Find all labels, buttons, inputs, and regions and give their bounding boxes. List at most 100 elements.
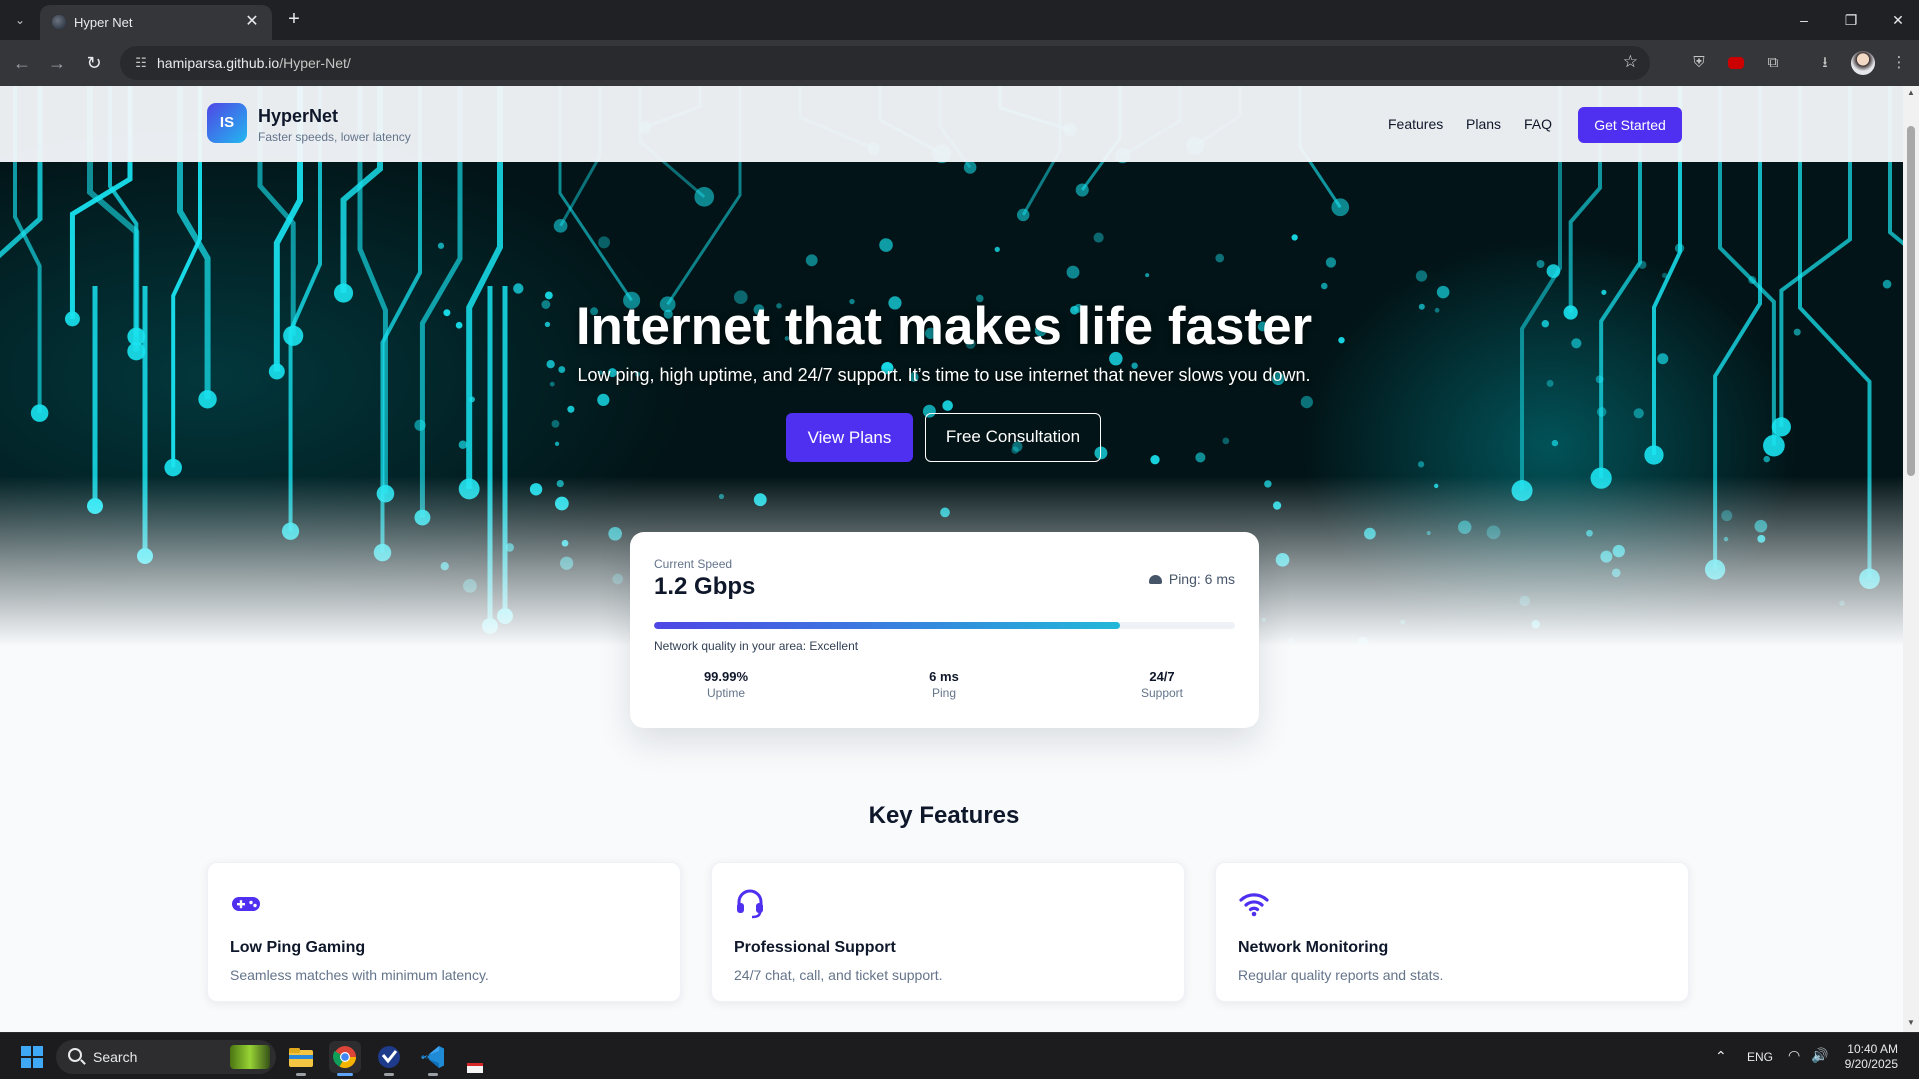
circuit-node <box>1763 455 1770 463</box>
search-placeholder: Search <box>93 1049 138 1065</box>
scrollbar-thumb[interactable] <box>1907 126 1915 476</box>
site-header: IS HyperNet Faster speeds, lower latency… <box>0 86 1903 162</box>
minimize-icon[interactable]: – <box>1790 6 1818 34</box>
circuit-node <box>437 242 445 249</box>
stat-label: Uptime <box>706 686 745 700</box>
circuit-node <box>1546 264 1561 278</box>
language-indicator[interactable]: ENG <box>1747 1050 1773 1064</box>
circuit-node <box>598 236 611 249</box>
scroll-up-icon[interactable]: ▲ <box>1906 88 1916 97</box>
circuit-node <box>469 396 475 403</box>
nav-link-plans[interactable]: Plans <box>1466 116 1501 132</box>
file-explorer-icon[interactable] <box>285 1041 317 1076</box>
back-icon[interactable]: ← <box>10 51 34 75</box>
feature-card-monitoring: Network Monitoring Regular quality repor… <box>1215 862 1689 1002</box>
speed-card: Current Speed 1.2 Gbps Ping: 6 ms Networ… <box>630 532 1259 728</box>
downloads-icon[interactable]: ⭳ <box>1814 52 1836 74</box>
url-text[interactable]: hamiparsa.github.io/Hyper-Net/ <box>157 55 351 71</box>
wifi-icon <box>1239 893 1269 917</box>
close-tab-icon[interactable]: ✕ <box>242 12 262 32</box>
stat-support: 24/7 Support <box>1102 669 1222 700</box>
ping-text: Ping: 6 ms <box>1168 571 1235 587</box>
running-indicator <box>384 1073 394 1076</box>
circuit-node <box>198 390 217 409</box>
scroll-down-icon[interactable]: ▼ <box>1906 1018 1916 1027</box>
feature-card-support: Professional Support 24/7 chat, call, an… <box>711 862 1185 1002</box>
forward-icon[interactable]: → <box>45 51 69 75</box>
circuit-node <box>1638 260 1647 269</box>
stat-value: 99.99% <box>703 669 749 684</box>
wifi-tray-icon[interactable]: ◠ <box>1788 1047 1800 1064</box>
nav-link-features[interactable]: Features <box>1388 116 1443 132</box>
circuit-node <box>1551 439 1559 447</box>
ping-readout: Ping: 6 ms <box>1148 571 1235 587</box>
windows-start-icon[interactable] <box>21 1046 43 1068</box>
site-info-icon[interactable]: ☷ <box>132 54 150 72</box>
system-clock[interactable]: 10:40 AM 9/20/2025 <box>1838 1042 1898 1072</box>
feature-title: Network Monitoring <box>1238 939 1389 956</box>
circuit-node <box>554 441 560 446</box>
youtube-extension-icon[interactable] <box>1728 57 1744 69</box>
vpn-app-icon[interactable] <box>373 1041 405 1076</box>
brand-tagline: Faster speeds, lower latency <box>258 130 411 144</box>
circuit-node <box>1325 257 1337 268</box>
feature-card-gaming: Low Ping Gaming Seamless matches with mi… <box>207 862 681 1002</box>
shield-extension-icon[interactable]: ⛨ <box>1688 52 1710 74</box>
browser-toolbar: ← → ↻ ☷ hamiparsa.github.io/Hyper-Net/ ☆… <box>0 40 1919 86</box>
show-hidden-icons-chevron-icon[interactable]: ⌃ <box>1715 1048 1727 1065</box>
new-tab-icon[interactable]: + <box>282 8 306 32</box>
circuit-node <box>551 420 560 428</box>
circuit-node <box>1633 408 1644 419</box>
extensions-puzzle-icon[interactable]: ⧉ <box>1762 52 1784 74</box>
volume-tray-icon[interactable]: 🔊 <box>1811 1047 1828 1064</box>
brand-name[interactable]: HyperNet <box>258 106 338 127</box>
circuit-node <box>553 218 568 233</box>
circuit-node <box>164 458 182 477</box>
circuit-node <box>1066 265 1080 279</box>
circuit-node <box>1075 183 1089 197</box>
nav-link-faq[interactable]: FAQ <box>1524 116 1552 132</box>
browser-tab[interactable]: Hyper Net ✕ <box>40 5 272 40</box>
stat-value: 24/7 <box>1149 669 1175 684</box>
reload-icon[interactable]: ↻ <box>82 51 106 75</box>
calendar-app-icon[interactable] <box>461 1041 493 1075</box>
circuit-node <box>30 404 49 422</box>
tab-search-chevron-icon[interactable]: ⌄ <box>8 8 32 32</box>
circuit-node <box>694 187 715 207</box>
os-taskbar: Search ⌃ ENG ◠ 🔊 10:40 AM 9/20/2025 <box>0 1032 1919 1079</box>
feature-description: 24/7 chat, call, and ticket support. <box>734 967 943 983</box>
feature-title: Low Ping Gaming <box>230 939 366 956</box>
circuit-node <box>942 400 953 411</box>
circuit-node <box>1674 243 1685 253</box>
close-window-icon[interactable]: ✕ <box>1884 6 1912 34</box>
circuit-node <box>1016 208 1030 222</box>
profile-avatar[interactable] <box>1851 51 1875 75</box>
search-highlight-image <box>230 1045 270 1069</box>
browser-menu-icon[interactable]: ⋮ <box>1888 52 1910 74</box>
page-scrollbar[interactable]: ▲ ▼ <box>1903 86 1919 1032</box>
circuit-node <box>1644 445 1664 465</box>
hero-subtitle: Low ping, high uptime, and 24/7 support.… <box>577 365 1311 385</box>
circuit-node <box>1215 253 1225 263</box>
circuit-node <box>458 440 468 449</box>
taskbar-search[interactable]: Search <box>56 1040 276 1074</box>
tab-title: Hyper Net <box>74 15 133 30</box>
vscode-icon[interactable] <box>417 1041 449 1076</box>
circuit-node <box>1150 455 1160 465</box>
circuit-node <box>1300 395 1313 409</box>
free-consultation-button[interactable]: Free Consultation <box>925 413 1101 462</box>
circuit-node <box>1415 270 1428 282</box>
bookmark-star-icon[interactable]: ☆ <box>1623 52 1638 72</box>
circuit-node <box>1195 452 1206 463</box>
chrome-icon[interactable] <box>329 1041 361 1076</box>
circuit-node <box>879 238 893 252</box>
page-viewport: Internet that makes life faster Low ping… <box>0 86 1903 1032</box>
get-started-button[interactable]: Get Started <box>1578 107 1682 143</box>
restore-icon[interactable]: ❐ <box>1837 6 1865 34</box>
running-indicator <box>296 1073 306 1076</box>
view-plans-button[interactable]: View Plans <box>786 413 913 462</box>
brand-logo[interactable]: IS <box>207 103 247 143</box>
circuit-node <box>1536 260 1545 268</box>
address-bar[interactable]: ☷ hamiparsa.github.io/Hyper-Net/ ☆ <box>120 46 1650 80</box>
circuit-node <box>1771 417 1791 437</box>
